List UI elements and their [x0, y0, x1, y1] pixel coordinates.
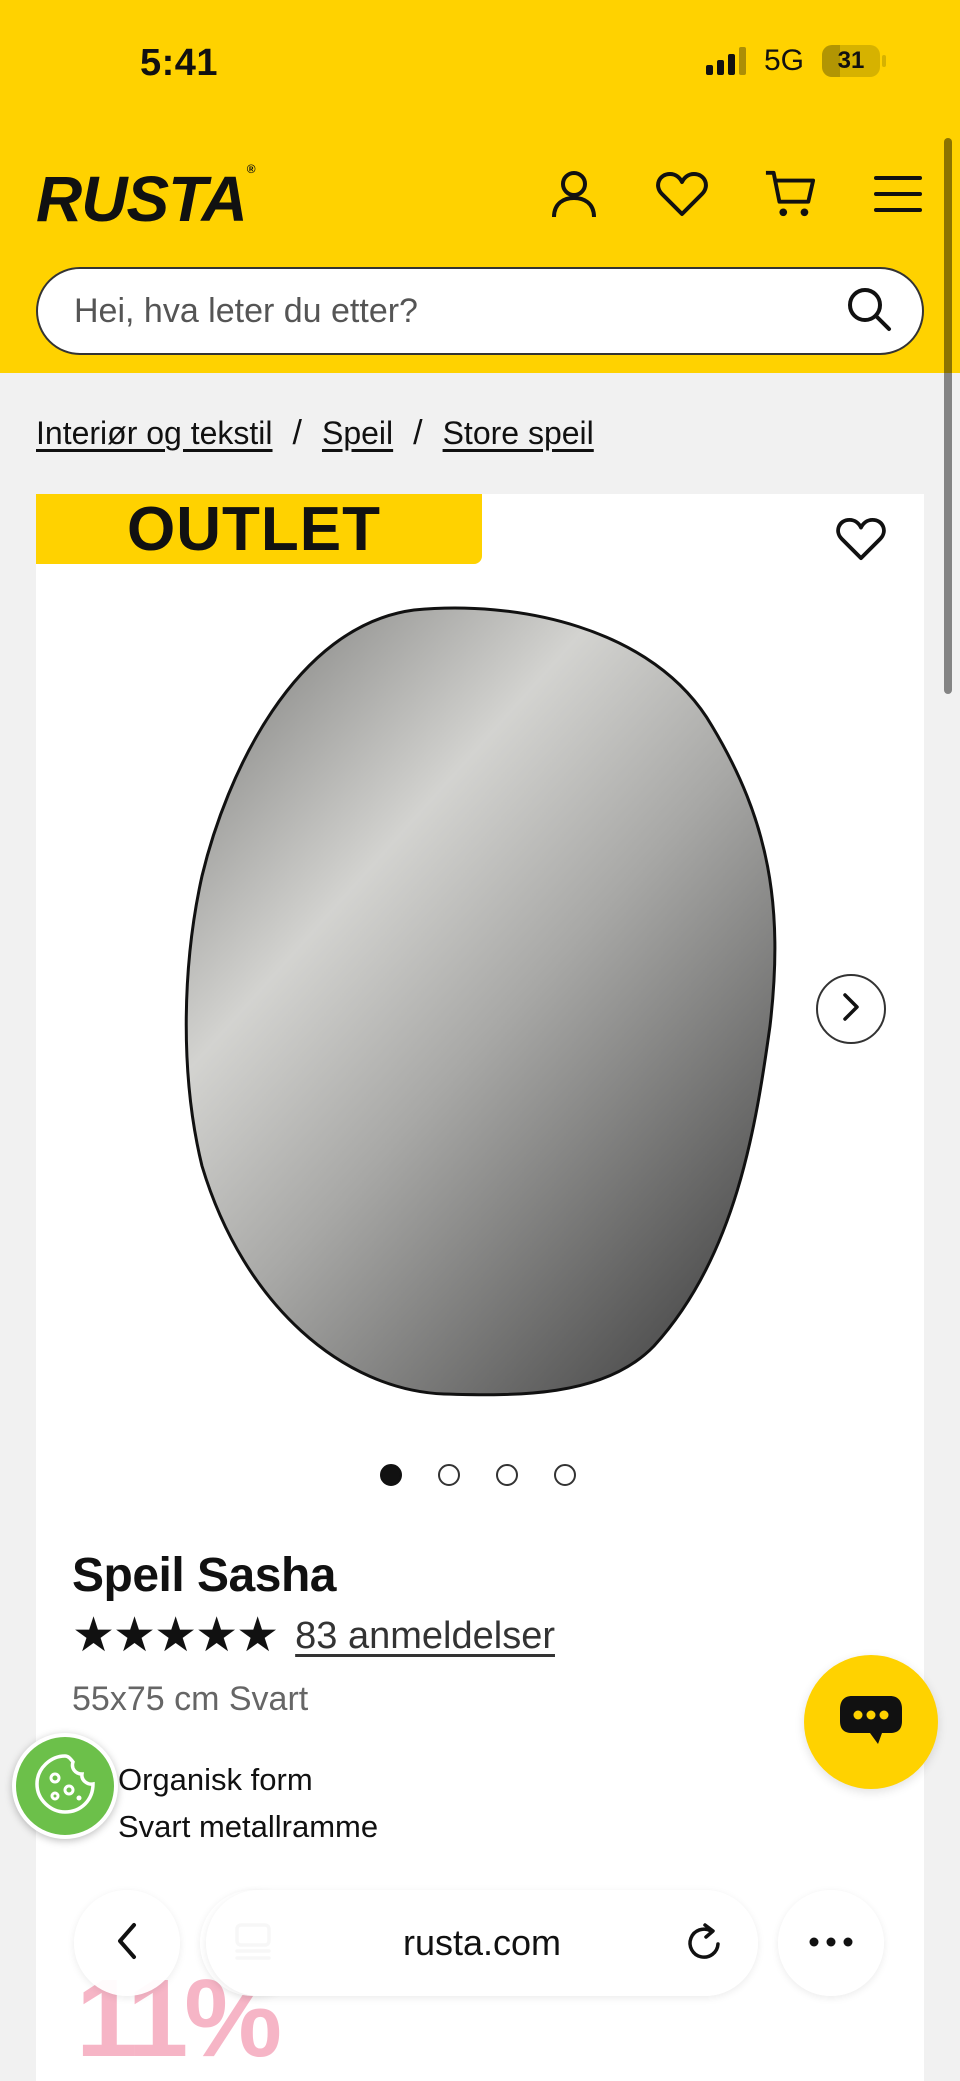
- status-time: 5:41: [140, 42, 219, 84]
- breadcrumb-link-large-mirrors[interactable]: Store speil: [443, 415, 594, 452]
- search-bar[interactable]: [36, 267, 924, 355]
- add-to-wishlist-button[interactable]: [834, 514, 888, 568]
- battery-icon: 31: [822, 45, 886, 77]
- heart-icon: [836, 517, 886, 566]
- product-card: OUTLET Speil Sasha ★★★★★ 83 anmeldelser: [36, 494, 924, 2081]
- cookie-settings-button[interactable]: [12, 1733, 118, 1839]
- cart-icon[interactable]: [764, 168, 816, 220]
- top-header: 5:41 5G 31 RUSTA®: [0, 0, 960, 373]
- search-input[interactable]: [74, 291, 846, 331]
- rating-stars: ★★★★★: [72, 1609, 279, 1662]
- product-rating: ★★★★★ 83 anmeldelser: [72, 1612, 555, 1660]
- gallery-pagination: [380, 1464, 576, 1486]
- reload-icon[interactable]: [678, 1916, 732, 1970]
- header-actions: [548, 168, 924, 220]
- browser-toolbar: rusta.com: [0, 1890, 960, 2020]
- cookie-icon: [33, 1752, 97, 1821]
- feature-item: Organisk form: [72, 1756, 378, 1803]
- breadcrumb-link-mirrors[interactable]: Speil: [322, 415, 393, 452]
- user-icon[interactable]: [548, 168, 600, 220]
- hamburger-menu-icon[interactable]: [872, 168, 924, 220]
- breadcrumb-separator: /: [292, 414, 302, 452]
- network-type: 5G: [763, 44, 804, 77]
- browser-url: rusta.com: [402, 1922, 562, 1963]
- signal-icon: [705, 47, 746, 75]
- gallery-dot[interactable]: [554, 1464, 576, 1486]
- rusta-logo[interactable]: RUSTA®: [36, 162, 256, 236]
- chevron-left-icon: [114, 1921, 140, 1966]
- page-scrollbar[interactable]: [944, 138, 952, 694]
- heart-icon[interactable]: [656, 168, 708, 220]
- product-title: Speil Sasha: [72, 1549, 336, 1602]
- more-dots-icon: [809, 1934, 853, 1952]
- gallery-next-button[interactable]: [816, 974, 886, 1044]
- logo-mark: ®: [246, 162, 256, 176]
- breadcrumb-separator: /: [413, 414, 423, 452]
- reviews-link[interactable]: 83 anmeldelser: [295, 1615, 555, 1658]
- breadcrumb: Interiør og tekstil / Speil / Store spei…: [36, 414, 594, 453]
- product-image-mirror[interactable]: [184, 606, 806, 1406]
- product-variant: 55x75 cm Svart: [72, 1680, 309, 1718]
- chevron-right-icon: [839, 991, 863, 1028]
- gallery-dot[interactable]: [380, 1464, 402, 1486]
- outlet-badge: OUTLET: [36, 494, 482, 564]
- browser-address-bar[interactable]: rusta.com: [206, 1890, 758, 1996]
- browser-back-button[interactable]: [74, 1890, 180, 1996]
- chat-bubble-icon: [836, 1692, 906, 1753]
- feature-list: Organisk form Svart metallramme: [72, 1756, 378, 1850]
- feature-item: Svart metallramme: [72, 1803, 378, 1850]
- browser-more-button[interactable]: [778, 1890, 884, 1996]
- chat-button[interactable]: [804, 1655, 938, 1789]
- status-indicators: 5G 31: [705, 44, 886, 78]
- gallery-dot[interactable]: [438, 1464, 460, 1486]
- battery-level: 31: [837, 47, 865, 74]
- search-icon[interactable]: [846, 286, 892, 337]
- gallery-dot[interactable]: [496, 1464, 518, 1486]
- breadcrumb-link-interior[interactable]: Interiør og tekstil: [36, 415, 273, 452]
- logo-text: RUSTA: [36, 163, 248, 235]
